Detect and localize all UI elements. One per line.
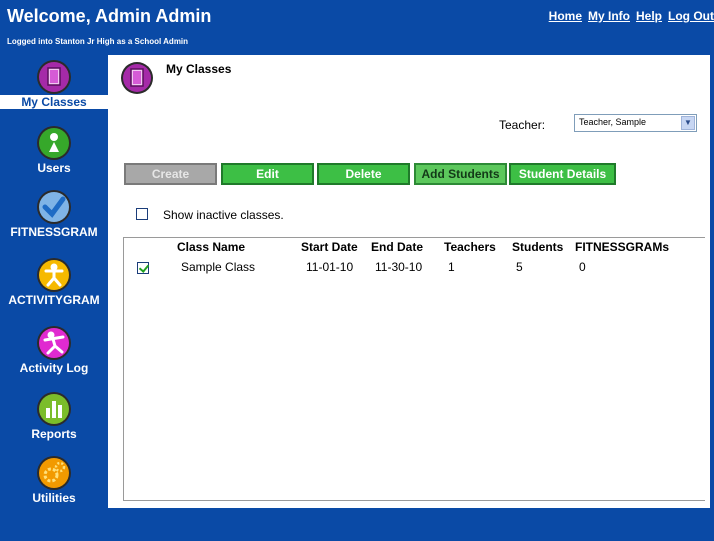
cell-fitnessgrams: 0 (579, 260, 586, 274)
sidebar-item-reports[interactable]: Reports (0, 391, 108, 441)
column-header-fitnessgrams[interactable]: FITNESSGRAMs (575, 240, 669, 254)
cell-start-date: 11-01-10 (306, 260, 354, 274)
sidebar-item-label: Users (37, 161, 71, 175)
cell-teachers: 1 (448, 260, 455, 274)
user-icon (37, 126, 71, 160)
column-header-teachers[interactable]: Teachers (444, 240, 496, 254)
header-subtitle: Logged into Stanton Jr High as a School … (7, 37, 189, 46)
bar-chart-icon (37, 392, 71, 426)
teacher-select-value: Teacher, Sample (579, 117, 647, 127)
sidebar-item-label: Utilities (32, 491, 76, 505)
cell-end-date: 11-30-10 (375, 260, 423, 274)
sidebar-item-label: FITNESSGRAM (10, 225, 98, 239)
main-panel: My Classes Teacher: Teacher, Sample ▼ Cr… (108, 55, 710, 508)
sidebar-item-users[interactable]: Users (0, 125, 108, 175)
classroom-door-icon (37, 60, 71, 94)
teacher-label: Teacher: (499, 118, 546, 132)
gears-icon (37, 456, 71, 490)
log-out-link[interactable]: Log Out (668, 9, 714, 23)
sidebar-item-my-classes[interactable]: My Classes (0, 59, 108, 109)
sidebar-item-fitnessgram[interactable]: FITNESSGRAM (0, 189, 108, 239)
sidebar-item-label: Activity Log (19, 361, 89, 375)
delete-button[interactable]: Delete (317, 163, 410, 185)
sidebar-item-activity-log[interactable]: Activity Log (0, 325, 108, 375)
column-header-class-name[interactable]: Class Name (177, 240, 245, 254)
classes-table: Class Name Start Date End Date Teachers … (123, 237, 705, 501)
cell-students: 5 (516, 260, 523, 274)
activity-log-figure-icon (37, 326, 71, 360)
create-button[interactable]: Create (124, 163, 217, 185)
show-inactive-checkbox[interactable] (136, 208, 148, 220)
sidebar-item-label: My Classes (0, 95, 108, 109)
home-link[interactable]: Home (549, 9, 582, 23)
classroom-door-icon (121, 62, 153, 94)
sidebar-item-activitygram[interactable]: ACTIVITYGRAM (0, 257, 108, 307)
my-info-link[interactable]: My Info (588, 9, 630, 23)
checkmark-icon (37, 190, 71, 224)
sidebar-item-label: Reports (31, 427, 77, 441)
column-header-end-date[interactable]: End Date (371, 240, 423, 254)
column-header-start-date[interactable]: Start Date (301, 240, 358, 254)
chevron-down-icon[interactable]: ▼ (681, 116, 695, 130)
page-title: My Classes (166, 62, 232, 76)
teacher-select[interactable]: Teacher, Sample ▼ (574, 114, 697, 132)
row-select-checkbox[interactable] (137, 262, 149, 274)
sidebar-item-utilities[interactable]: Utilities (0, 455, 108, 505)
add-students-button[interactable]: Add Students (414, 163, 507, 185)
column-header-students[interactable]: Students (512, 240, 563, 254)
help-link[interactable]: Help (636, 9, 662, 23)
top-links: Home My Info Help Log Out (549, 9, 714, 23)
edit-button[interactable]: Edit (221, 163, 314, 185)
show-inactive-label: Show inactive classes. (163, 208, 284, 222)
header-title: Welcome, Admin Admin (7, 6, 212, 26)
student-details-button[interactable]: Student Details (509, 163, 616, 185)
cell-class-name: Sample Class (181, 260, 256, 274)
activity-figure-icon (37, 258, 71, 292)
sidebar-item-label: ACTIVITYGRAM (8, 293, 100, 307)
